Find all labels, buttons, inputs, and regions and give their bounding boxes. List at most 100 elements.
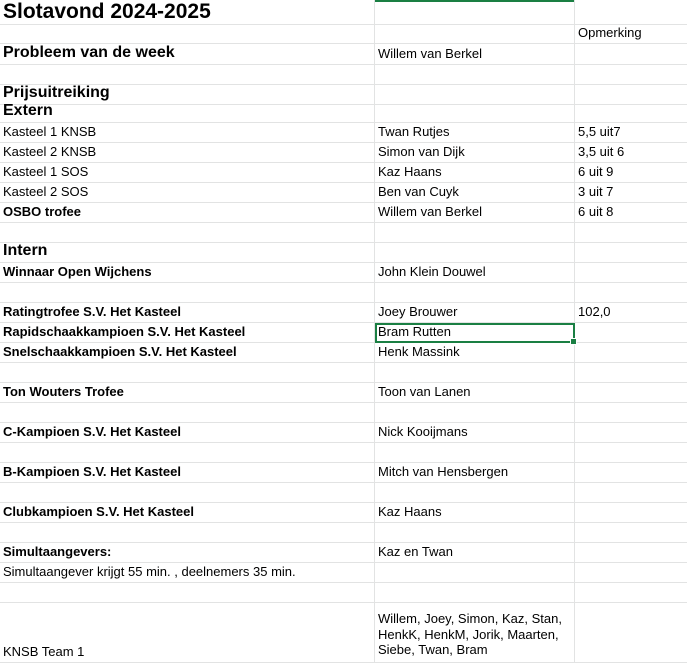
cell-a-31[interactable]: KNSB Team 1 xyxy=(0,603,375,663)
cell-a-9[interactable]: Kasteel 1 SOS xyxy=(0,163,375,183)
cell-c-15[interactable] xyxy=(575,283,687,303)
cell-c-26[interactable] xyxy=(575,503,687,523)
cell-a-18[interactable]: Snelschaakkampioen S.V. Het Kasteel xyxy=(0,343,375,363)
cell-a-21[interactable] xyxy=(0,403,375,423)
sheet-row: Probleem van de week Willem van Berkel xyxy=(0,44,687,65)
cell-c-6[interactable] xyxy=(575,105,687,123)
cell-c-10[interactable]: 3 uit 7 xyxy=(575,183,687,203)
cell-b-9[interactable]: Kaz Haans xyxy=(375,163,575,183)
cell-c-9[interactable]: 6 uit 9 xyxy=(575,163,687,183)
cell-c-27[interactable] xyxy=(575,523,687,543)
cell-c-16[interactable]: 102,0 xyxy=(575,303,687,323)
cell-c-7[interactable]: 5,5 uit7 xyxy=(575,123,687,143)
cell-a-6[interactable]: Extern xyxy=(0,102,375,123)
cell-b-12[interactable] xyxy=(375,223,575,243)
cell-b-18[interactable]: Henk Massink xyxy=(375,343,575,363)
cell-b-7[interactable]: Twan Rutjes xyxy=(375,123,575,143)
cell-b-21[interactable] xyxy=(375,403,575,423)
cell-a-15[interactable] xyxy=(0,283,375,303)
cell-a-3[interactable]: Probleem van de week xyxy=(0,44,375,65)
cell-a-20[interactable]: Ton Wouters Trofee xyxy=(0,383,375,403)
cell-c-12[interactable] xyxy=(575,223,687,243)
cell-b-5[interactable] xyxy=(375,85,575,105)
cell-b-11[interactable]: Willem van Berkel xyxy=(375,203,575,223)
cell-b-28[interactable]: Kaz en Twan xyxy=(375,543,575,563)
cell-a-8[interactable]: Kasteel 2 KNSB xyxy=(0,143,375,163)
cell-a-13[interactable]: Intern xyxy=(0,242,375,263)
cell-c-31[interactable] xyxy=(575,603,687,663)
cell-a-25[interactable] xyxy=(0,483,375,503)
cell-c-14[interactable] xyxy=(575,263,687,283)
cell-b-3[interactable]: Willem van Berkel xyxy=(375,44,575,65)
cell-c-3[interactable] xyxy=(575,44,687,65)
cell-b-8[interactable]: Simon van Dijk xyxy=(375,143,575,163)
cell-c-21[interactable] xyxy=(575,403,687,423)
cell-a-28[interactable]: Simultaangevers: xyxy=(0,543,375,563)
cell-b-10[interactable]: Ben van Cuyk xyxy=(375,183,575,203)
cell-c-29[interactable] xyxy=(575,563,687,583)
cell-c-18[interactable] xyxy=(575,343,687,363)
cell-c-20[interactable] xyxy=(575,383,687,403)
cell-b-22[interactable]: Nick Kooijmans xyxy=(375,423,575,443)
cell-a-12[interactable] xyxy=(0,223,375,243)
cell-c-23[interactable] xyxy=(575,443,687,463)
cell-b-31[interactable]: Willem, Joey, Simon, Kaz, Stan, HenkK, H… xyxy=(375,603,575,663)
sheet-row: Extern xyxy=(0,102,687,123)
cell-text: Extern xyxy=(3,101,53,119)
cell-text: B-Kampioen S.V. Het Kasteel xyxy=(3,464,181,480)
cell-a-26[interactable]: Clubkampioen S.V. Het Kasteel xyxy=(0,503,375,523)
cell-c-2[interactable]: Opmerking xyxy=(575,25,687,44)
cell-b-29[interactable] xyxy=(375,563,575,583)
cell-a-30[interactable] xyxy=(0,583,375,603)
cell-c-22[interactable] xyxy=(575,423,687,443)
cell-a-11[interactable]: OSBO trofee xyxy=(0,203,375,223)
cell-b-23[interactable] xyxy=(375,443,575,463)
cell-c-19[interactable] xyxy=(575,363,687,383)
cell-b-20[interactable]: Toon van Lanen xyxy=(375,383,575,403)
cell-c-13[interactable] xyxy=(575,243,687,263)
cell-c-28[interactable] xyxy=(575,543,687,563)
sheet-row: Ton Wouters Trofee Toon van Lanen xyxy=(0,383,687,403)
cell-a-27[interactable] xyxy=(0,523,375,543)
fill-handle[interactable] xyxy=(570,338,577,345)
cell-c-4[interactable] xyxy=(575,65,687,85)
cell-text: Joey Brouwer xyxy=(378,304,458,320)
cell-b-14[interactable]: John Klein Douwel xyxy=(375,263,575,283)
cell-c-30[interactable] xyxy=(575,583,687,603)
sheet-row: Clubkampioen S.V. Het Kasteel Kaz Haans xyxy=(0,503,687,523)
cell-c-8[interactable]: 3,5 uit 6 xyxy=(575,143,687,163)
cell-c-24[interactable] xyxy=(575,463,687,483)
cell-b-15[interactable] xyxy=(375,283,575,303)
cell-a-17[interactable]: Rapidschaakkampioen S.V. Het Kasteel xyxy=(0,323,375,343)
cell-a-5[interactable]: Prijsuitreiking xyxy=(0,84,375,105)
cell-b-16[interactable]: Joey Brouwer xyxy=(375,303,575,323)
cell-b-27[interactable] xyxy=(375,523,575,543)
cell-b-26[interactable]: Kaz Haans xyxy=(375,503,575,523)
cell-b-24[interactable]: Mitch van Hensbergen xyxy=(375,463,575,483)
cell-c-25[interactable] xyxy=(575,483,687,503)
cell-a-19[interactable] xyxy=(0,363,375,383)
cell-a-16[interactable]: Ratingtrofee S.V. Het Kasteel xyxy=(0,303,375,323)
cell-c-1[interactable] xyxy=(575,0,687,25)
cell-a-1[interactable]: Slotavond 2024-2025 xyxy=(0,0,375,25)
cell-c-5[interactable] xyxy=(575,85,687,105)
cell-a-14[interactable]: Winnaar Open Wijchens xyxy=(0,263,375,283)
cell-b-2[interactable] xyxy=(375,25,575,44)
cell-b-30[interactable] xyxy=(375,583,575,603)
cell-a-24[interactable]: B-Kampioen S.V. Het Kasteel xyxy=(0,463,375,483)
cell-b-17[interactable]: Bram Rutten xyxy=(375,323,577,345)
cell-a-10[interactable]: Kasteel 2 SOS xyxy=(0,183,375,203)
cell-a-2[interactable] xyxy=(0,25,375,44)
cell-a-23[interactable] xyxy=(0,443,375,463)
cell-a-22[interactable]: C-Kampioen S.V. Het Kasteel xyxy=(0,423,375,443)
cell-a-7[interactable]: Kasteel 1 KNSB xyxy=(0,123,375,143)
cell-b-4[interactable] xyxy=(375,65,575,85)
cell-b-13[interactable] xyxy=(375,243,575,263)
cell-b-25[interactable] xyxy=(375,483,575,503)
cell-a-29[interactable]: Simultaangever krijgt 55 min. , deelneme… xyxy=(0,563,375,583)
cell-c-17[interactable] xyxy=(575,323,687,343)
cell-b-1[interactable] xyxy=(375,0,575,25)
cell-b-6[interactable] xyxy=(375,105,575,123)
cell-b-19[interactable] xyxy=(375,363,575,383)
cell-c-11[interactable]: 6 uit 8 xyxy=(575,203,687,223)
